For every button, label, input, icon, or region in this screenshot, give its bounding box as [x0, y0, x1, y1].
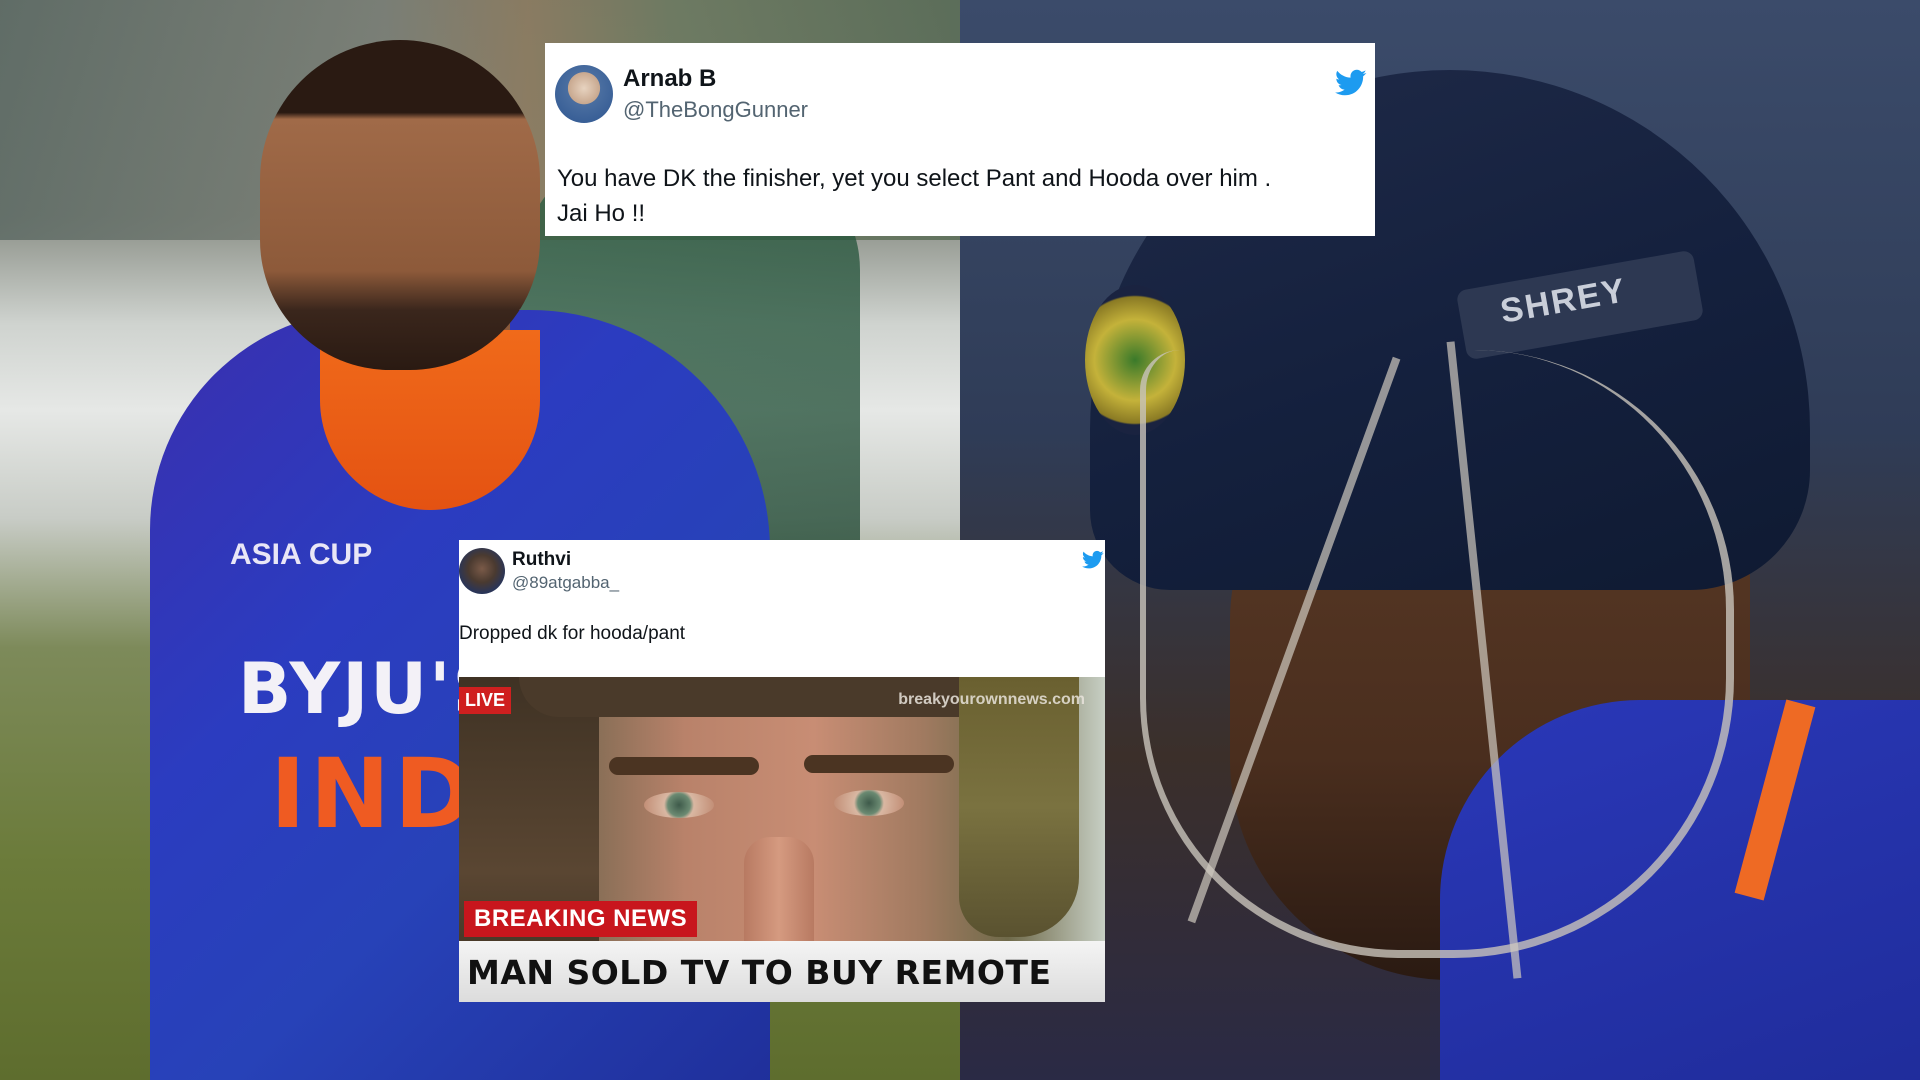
tweet-media-meme[interactable]: LIVE breakyourownnews.com BREAKING NEWS … [459, 677, 1105, 1002]
meme-eye [834, 790, 904, 816]
breaking-news-label: BREAKING NEWS [464, 901, 698, 937]
meme-headline: MAN SOLD TV TO BUY REMOTE [467, 953, 1052, 992]
tweet-text: Dropped dk for hooda/pant [459, 623, 686, 644]
tweet-author-name[interactable]: Arnab B [623, 65, 716, 93]
tweet-author-handle[interactable]: @89atgabba_ [512, 573, 619, 593]
twitter-bird-icon[interactable] [1335, 69, 1367, 97]
twitter-bird-icon[interactable] [1082, 550, 1104, 570]
meme-hair [959, 677, 1079, 937]
meme-eye [644, 792, 714, 818]
tweet-text: You have DK the finisher, yet you select… [557, 161, 1367, 231]
tweet-card-arnab[interactable]: Arnab B @TheBongGunner You have DK the f… [545, 43, 1375, 236]
avatar[interactable] [459, 548, 505, 594]
meme-watermark: breakyourownnews.com [898, 691, 1085, 708]
tweet-card-ruthvi[interactable]: Ruthvi @89atgabba_ Dropped dk for hooda/… [459, 540, 1105, 1002]
meme-eyebrow [609, 757, 759, 775]
avatar[interactable] [555, 65, 613, 123]
asia-cup-badge: ASIA CUP [230, 538, 373, 571]
tweet-text-line: You have DK the finisher, yet you select… [557, 165, 1272, 192]
tweet-author-handle[interactable]: @TheBongGunner [623, 97, 808, 123]
helmet-grill [1140, 350, 1734, 958]
live-badge: LIVE [459, 687, 512, 714]
tweet-author-name[interactable]: Ruthvi [512, 549, 571, 571]
meme-eyebrow [804, 755, 954, 773]
player-head [260, 40, 540, 370]
tweet-text-line: Jai Ho !! [557, 200, 646, 227]
